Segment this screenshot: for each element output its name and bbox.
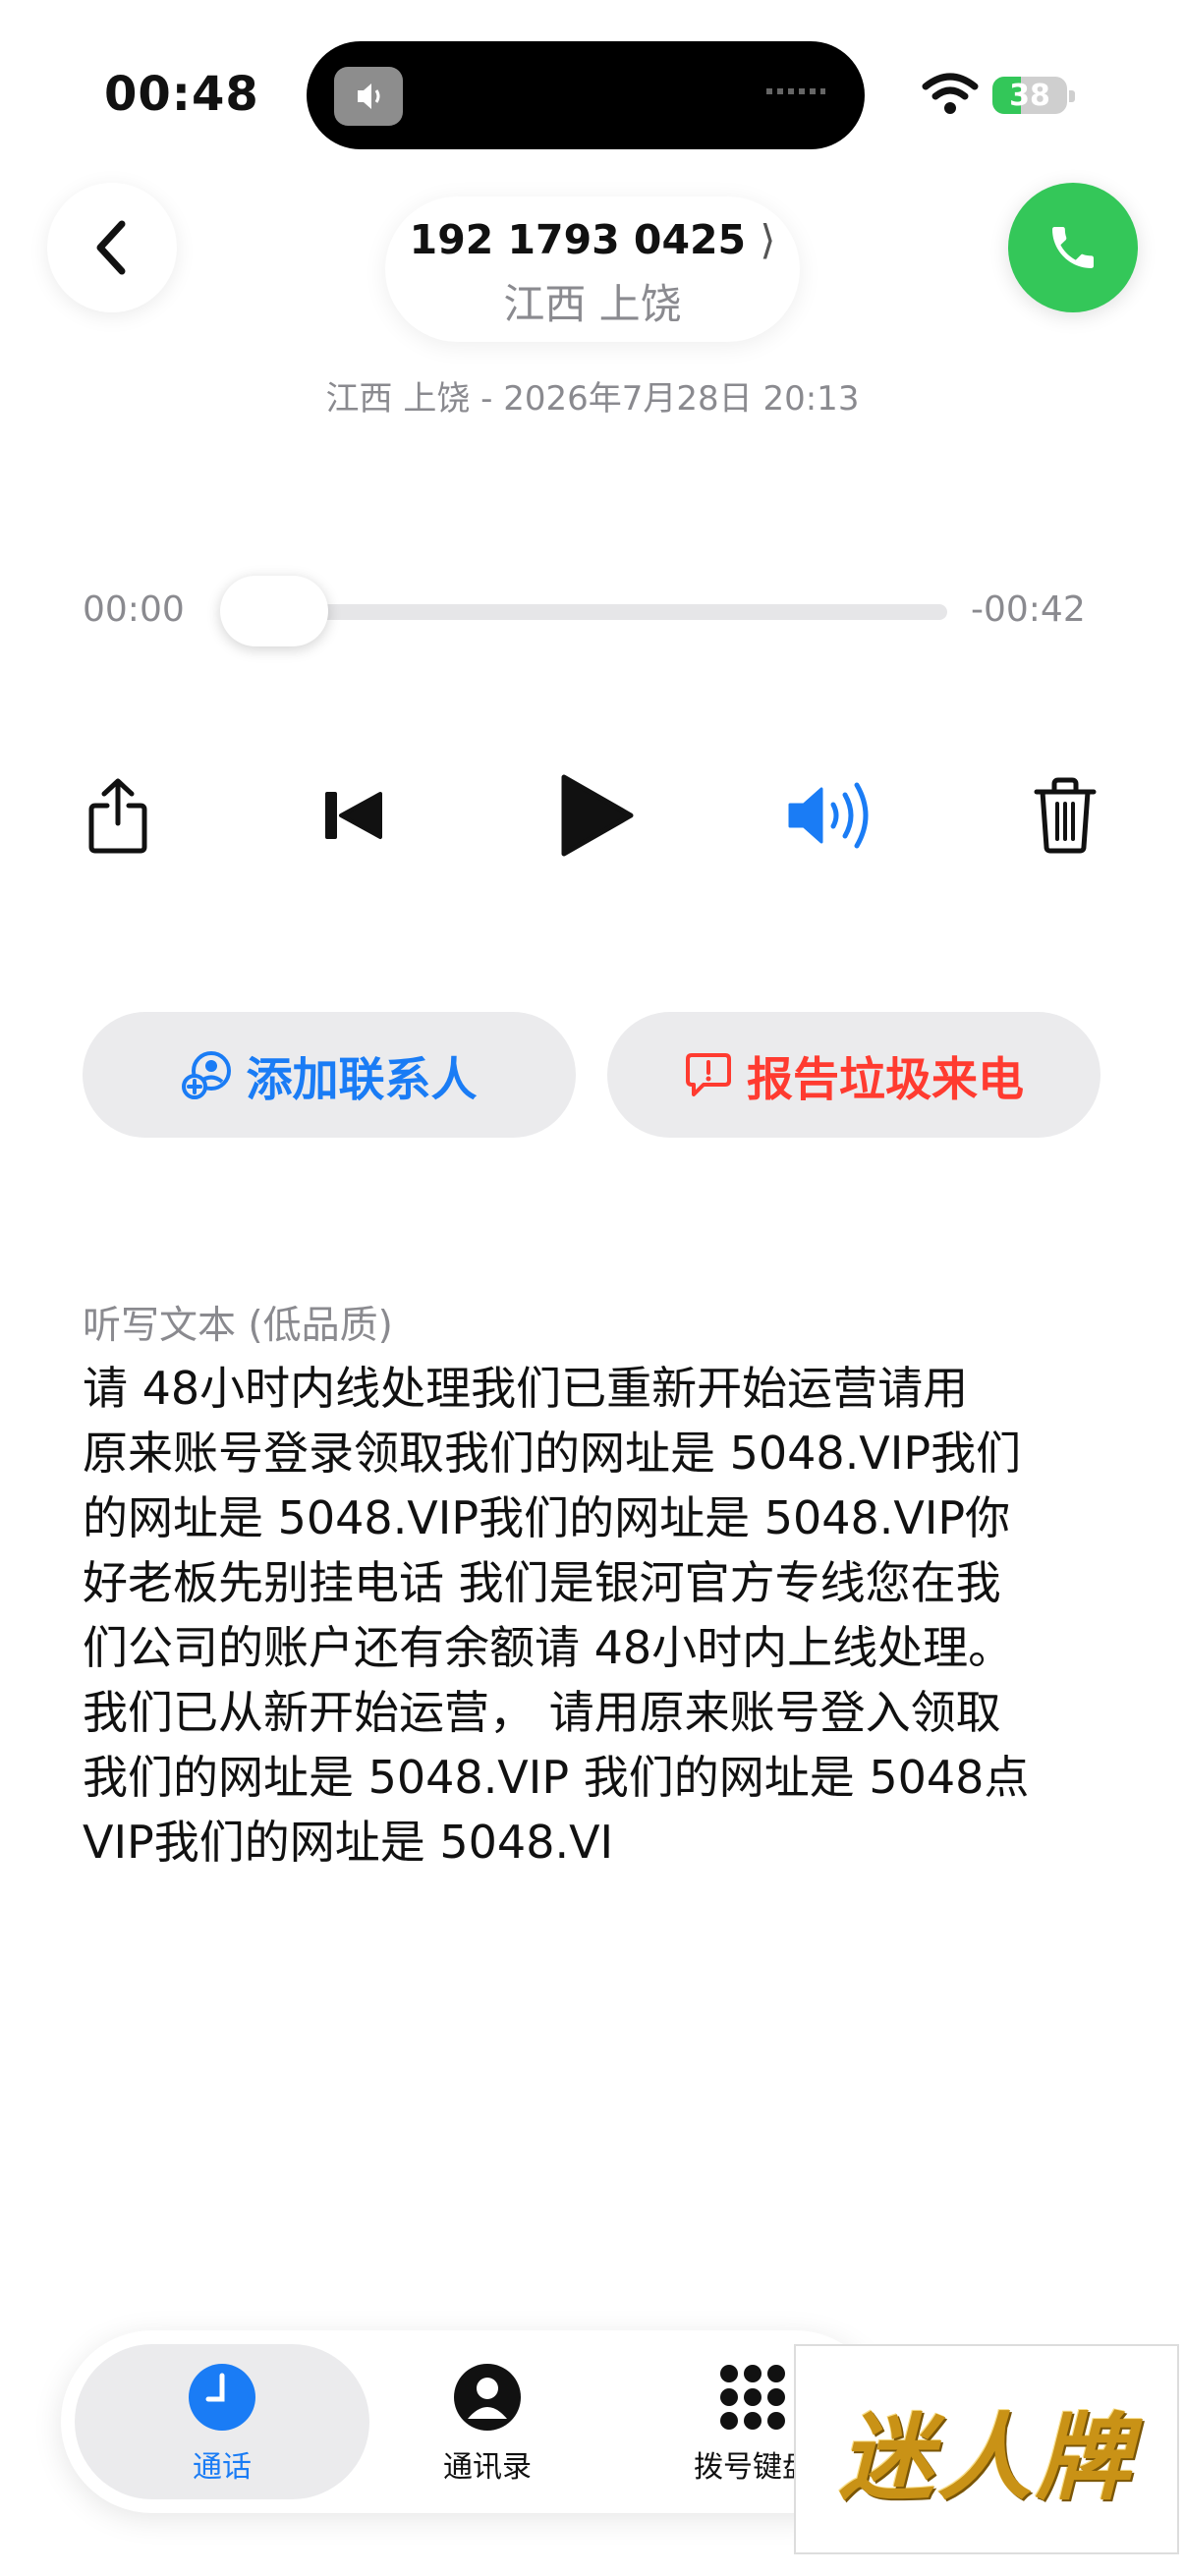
status-time: 00:48 [104,67,259,122]
battery-tip [1069,90,1075,102]
add-person-icon [181,1051,231,1099]
transcript-label: 听写文本 (低品质) [83,1304,393,1348]
add-contact-label: 添加联系人 [246,1052,478,1107]
skip-back-icon [325,792,382,839]
chevron-left-icon [96,220,126,275]
skip-back-button[interactable] [305,766,403,865]
trash-icon [1034,777,1097,854]
phone-icon [1052,227,1094,268]
elapsed-time: 00:00 [83,589,185,630]
caller-number: 192 1793 0425 ⟩ [385,216,800,263]
phone-number-text: 192 1793 0425 [409,216,747,263]
watermark-text: 迷人牌 [839,2401,1134,2513]
call-button[interactable] [1008,183,1138,312]
back-button[interactable] [47,183,177,312]
scrubber-handle[interactable] [220,576,328,646]
share-icon [88,778,147,854]
play-icon [561,774,634,857]
delete-button[interactable] [1016,766,1114,865]
caller-location: 江西 上饶 [503,280,682,328]
chevron-right-icon: ⟩ [760,216,776,263]
dynamic-island [307,41,865,149]
remaining-time: -00:42 [971,589,1086,630]
add-contact-button[interactable]: 添加联系人 [83,1012,576,1138]
tab-recents-label: 通话 [193,2450,252,2485]
keypad-icon [720,2365,785,2430]
battery-level: 38 [1009,79,1050,113]
tab-recents[interactable]: 通话 [114,2362,330,2486]
speaker-icon [334,67,403,126]
transcript-text: 请 48小时内线处理我们已重新开始运营请用 原来账号登录领取我们的网址是 504… [83,1362,1030,1869]
share-button[interactable] [69,766,167,865]
tab-contacts-label: 通讯录 [443,2450,532,2485]
wifi-icon [922,73,979,116]
speaker-button[interactable] [782,766,880,865]
play-button[interactable] [546,766,645,865]
exclamation-bubble-icon [686,1053,731,1096]
tab-contacts[interactable]: 通讯录 [379,2362,595,2486]
clock-icon [189,2364,255,2431]
call-details: 江西 上饶 - 2026年7月28日 20:13 [325,379,860,419]
watermark-logo: 迷人牌 [794,2344,1179,2554]
progress-track[interactable] [222,604,947,620]
caller-info-button[interactable]: 192 1793 0425 ⟩ 江西 上饶 [385,196,800,342]
battery-icon: 38 [992,77,1067,114]
speaker-volume-icon [788,782,869,849]
person-circle-icon [454,2364,521,2431]
report-spam-label: 报告垃圾来电 [747,1052,1024,1107]
report-spam-button[interactable]: 报告垃圾来电 [607,1012,1100,1138]
dots-indicator [766,88,825,94]
